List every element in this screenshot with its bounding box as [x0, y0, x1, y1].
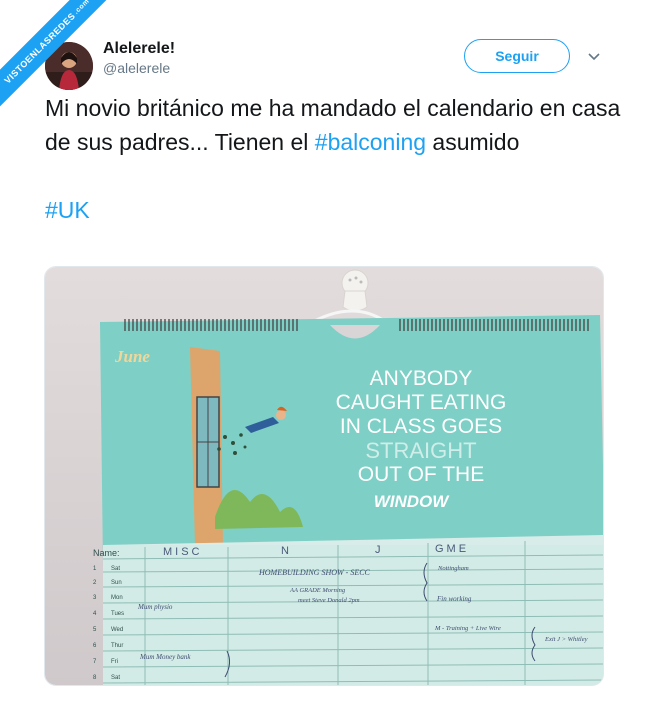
watermark-text: VISTOENLASREDES .com — [0, 0, 117, 111]
calendar-month: June — [114, 347, 150, 366]
watermark-ribbon: VISTOENLASREDES .com — [0, 0, 120, 120]
hashtag-link[interactable]: #UK — [45, 197, 90, 223]
column-header: GME — [435, 543, 469, 555]
hashtag-link[interactable]: #balconing — [315, 129, 426, 155]
tweet-photo[interactable]: June ANYBODY CAUGHT EATING IN CLASS GOES… — [44, 266, 604, 686]
watermark-suffix: .com — [72, 0, 91, 16]
handwritten-note: Exit J > Whitley — [544, 636, 588, 643]
follow-button[interactable]: Seguir — [464, 39, 570, 73]
row-day: Sat — [111, 566, 120, 572]
handwritten-note: Mum Money bank — [139, 653, 191, 661]
column-header: N — [281, 545, 292, 557]
handwritten-note: Nottingham — [437, 565, 469, 572]
handwritten-note: Mum physio — [137, 603, 173, 611]
row-day: Tues — [111, 611, 124, 617]
column-header: MISC — [163, 546, 203, 558]
row-day: Sun — [111, 580, 122, 586]
slogan-line: IN CLASS GOES — [340, 415, 502, 438]
slogan-line: WINDOW — [374, 492, 451, 511]
calendar-photo: June ANYBODY CAUGHT EATING IN CLASS GOES… — [45, 267, 603, 685]
handwritten-note: M - Training + Live Wire — [434, 625, 501, 632]
chevron-down-icon[interactable] — [586, 48, 602, 64]
tweet-paragraph: Mi novio británico me ha mandado el cale… — [45, 91, 625, 159]
handwritten-note: HOMEBUILDING SHOW - SECC — [258, 568, 371, 577]
tweet-text-part: asumido — [426, 129, 520, 155]
slogan-line: STRAIGHT — [365, 438, 476, 463]
tweet-text: Mi novio británico me ha mandado el cale… — [45, 91, 625, 227]
names-label: Name: — [93, 548, 120, 558]
handwritten-note: AA GRADE Morning — [289, 587, 346, 594]
row-day: Thur — [111, 643, 123, 649]
handwritten-note: Fin working — [436, 595, 472, 603]
handwritten-note: meet Steve Donald 2pm — [298, 597, 360, 604]
row-day: Sat — [111, 675, 120, 681]
slogan-line: ANYBODY — [370, 367, 473, 390]
column-header: J — [375, 544, 384, 556]
row-day: Fri — [111, 659, 118, 665]
row-day: Mon — [111, 595, 123, 601]
slogan-line: CAUGHT EATING — [336, 391, 507, 414]
slogan-line: OUT OF THE — [358, 463, 484, 486]
watermark-main: VISTOENLASREDES — [2, 10, 77, 86]
row-day: Wed — [111, 627, 123, 633]
